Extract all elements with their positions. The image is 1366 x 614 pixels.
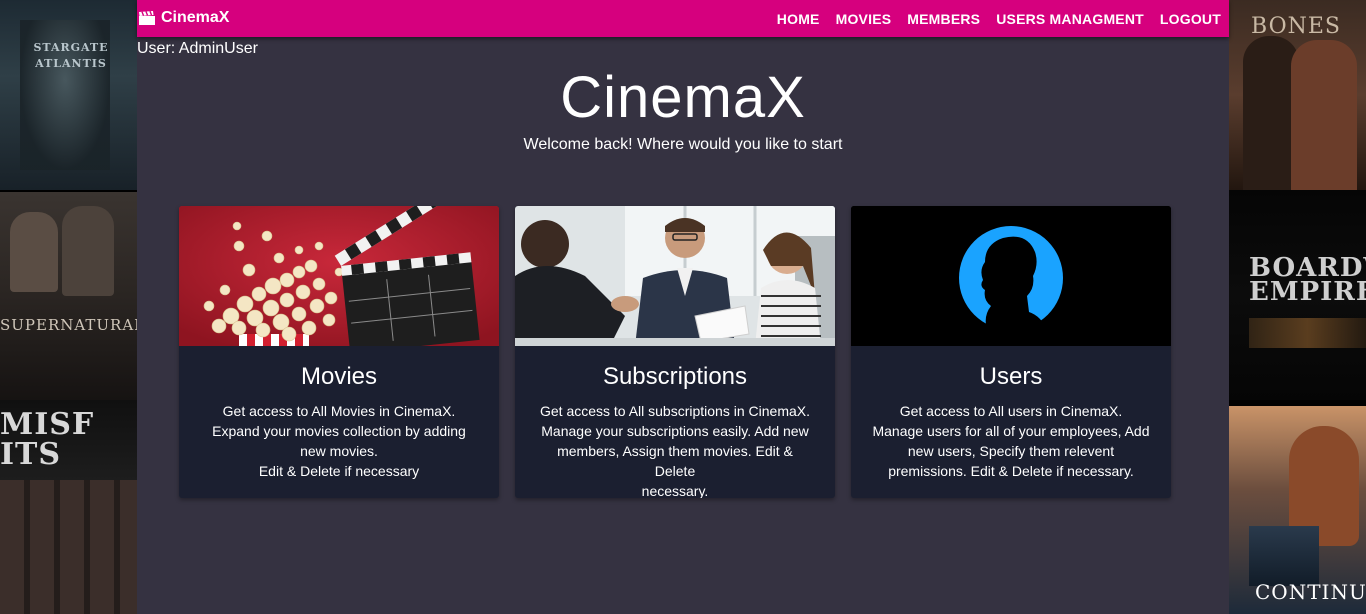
users-card-title: Users [979, 363, 1043, 390]
handshake-meeting-image [515, 206, 835, 346]
subscriptions-card[interactable]: Subscriptions Get access to All subscrip… [515, 206, 835, 498]
background-posters-left: STARGATE ATLANTIS SUPERNATURAL MISFITS [0, 0, 137, 614]
poster-title: BOARDWALK EMPIRE [1249, 253, 1366, 307]
description-line: Manage your subscriptions easily. Add ne… [541, 423, 809, 439]
description-line: new movies. [300, 443, 378, 459]
poster-title: SUPERNATURAL [0, 316, 137, 334]
poster-misfits: MISFITS [0, 400, 137, 614]
nav-links: HOME MOVIES MEMBERS USERS MANAGMENT LOGO… [761, 0, 1221, 37]
main-content: CinemaX HOME MOVIES MEMBERS USERS MANAGM… [137, 0, 1229, 614]
poster-boardwalk-empire: BOARDWALK EMPIRE [1229, 190, 1366, 400]
movies-card-title: Movies [300, 363, 378, 390]
poster-title: STARGATE ATLANTIS [33, 41, 109, 70]
movies-card-description: Get access to All Movies in CinemaX. Exp… [199, 401, 479, 481]
nav-movies-link[interactable]: MOVIES [836, 11, 892, 27]
nav-logout-link[interactable]: LOGOUT [1160, 11, 1221, 27]
page-subtitle: Welcome back! Where would you like to st… [523, 136, 843, 153]
poster-bones: BONES [1229, 0, 1366, 190]
poster-continuum: CONTINUUM [1229, 406, 1366, 614]
nav-members-link[interactable]: MEMBERS [907, 11, 980, 27]
movies-card[interactable]: Movies Get access to All Movies in Cinem… [179, 206, 499, 498]
user-silhouette-image [851, 206, 1171, 346]
background-posters-right: BONES BOARDWALK EMPIRE CONTINUUM [1229, 0, 1366, 614]
poster-title: MISFITS [0, 407, 95, 472]
poster-supernatural: SUPERNATURAL [0, 192, 137, 400]
poster-title: CONTINUUM [1255, 580, 1366, 604]
description-line: Edit & Delete if necessary [258, 463, 420, 479]
brand-name: CinemaX [161, 9, 230, 26]
subscriptions-card-title: Subscriptions [602, 363, 748, 390]
page-title: CinemaX [560, 65, 806, 130]
nav-users-management-link[interactable]: USERS MANAGMENT [996, 11, 1144, 27]
description-line: Manage users for all of your employees, … [872, 423, 1150, 439]
description-line: Expand your movies collection by adding [212, 423, 466, 439]
description-line: necessary. [641, 483, 709, 498]
current-user-label: User: AdminUser [137, 40, 258, 57]
poster-title: BONES [1251, 14, 1341, 39]
clapperboard-icon [139, 10, 155, 25]
description-line: Get access to All Movies in CinemaX. [222, 403, 456, 419]
description-line: members, Assign them movies. Edit & Dele… [557, 443, 793, 479]
popcorn-clapperboard-image [179, 206, 499, 346]
subscriptions-card-description: Get access to All subscriptions in Cinem… [535, 401, 815, 498]
description-line: Get access to All subscriptions in Cinem… [539, 403, 810, 419]
users-card-description: Get access to All users in CinemaX. Mana… [871, 401, 1151, 481]
brand-link[interactable]: CinemaX [139, 6, 229, 30]
nav-home-link[interactable]: HOME [777, 11, 820, 27]
description-line: new users, Specify them relevent [907, 443, 1115, 459]
users-card[interactable]: Users Get access to All users in CinemaX… [851, 206, 1171, 498]
description-line: premissions. Edit & Delete if necessary. [888, 463, 1134, 479]
poster-stargate-atlantis: STARGATE ATLANTIS [0, 0, 137, 190]
description-line: Get access to All users in CinemaX. [899, 403, 1123, 419]
navbar: CinemaX HOME MOVIES MEMBERS USERS MANAGM… [137, 0, 1229, 37]
